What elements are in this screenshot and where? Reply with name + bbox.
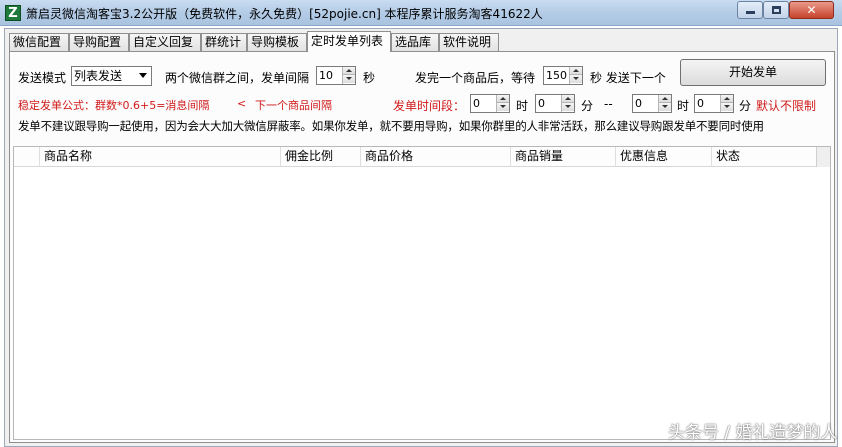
tab-wechat-config[interactable]: 微信配置	[9, 33, 69, 51]
scheduled-list-panel: 发送模式 列表发送 两个微信群之间，发单间隔 10 秒 发完一个商品后，等待 1…	[9, 51, 835, 443]
spin-down-icon[interactable]	[570, 75, 582, 83]
header-scroll-corner	[816, 147, 830, 167]
range-dash: --	[604, 97, 613, 111]
tab-guide-template[interactable]: 导购模板	[247, 33, 307, 51]
minute-label: 分	[581, 99, 594, 113]
send-mode-select[interactable]: 列表发送	[71, 66, 152, 86]
close-button[interactable]: ✕	[789, 1, 834, 19]
start-minute-value: 0	[538, 97, 545, 110]
spin-up-icon[interactable]	[562, 95, 574, 103]
column-header-price[interactable]: 商品价格	[361, 147, 511, 167]
tab-scheduled-list[interactable]: 定时发单列表	[307, 31, 391, 52]
group-interval-value: 10	[319, 69, 333, 82]
hour-label-2: 时	[677, 99, 690, 113]
column-header-commission[interactable]: 佣金比例	[281, 147, 361, 167]
maximize-icon	[771, 6, 781, 14]
minute-label-2: 分	[739, 99, 752, 113]
watermark-text: 头条号 / 婚礼造梦的人	[668, 423, 838, 443]
start-minute-stepper[interactable]: 0	[535, 94, 575, 113]
column-header-status[interactable]: 状态	[712, 147, 817, 167]
spin-up-icon[interactable]	[570, 67, 582, 75]
spin-up-icon[interactable]	[721, 95, 733, 103]
end-hour-value: 0	[635, 97, 642, 110]
tab-group-stats[interactable]: 群统计	[201, 33, 247, 51]
spin-down-icon[interactable]	[343, 75, 355, 83]
app-icon: Z	[5, 5, 21, 21]
tab-product-library[interactable]: 选品库	[391, 33, 439, 51]
row-indicator-header	[14, 147, 40, 167]
tab-guide-config[interactable]: 导购配置	[69, 33, 129, 51]
column-header-sales[interactable]: 商品销量	[511, 147, 616, 167]
close-icon: ✕	[806, 3, 817, 17]
maximize-button[interactable]	[763, 1, 789, 19]
after-product-value: 150	[546, 69, 567, 82]
spin-down-icon[interactable]	[659, 103, 671, 111]
group-interval-label: 两个微信群之间，发单间隔	[165, 71, 310, 85]
spin-down-icon[interactable]	[497, 103, 509, 111]
tab-custom-reply[interactable]: 自定义回复	[129, 33, 201, 51]
column-header-discount[interactable]: 优惠信息	[616, 147, 712, 167]
title-bar[interactable]: Z 箫启灵微信淘客宝3.2公开版（免费软件，永久免费）[52pojie.cn] …	[0, 0, 842, 26]
start-hour-value: 0	[473, 97, 480, 110]
end-minute-value: 0	[697, 97, 704, 110]
tab-software-info[interactable]: 软件说明	[439, 33, 499, 51]
spin-up-icon[interactable]	[659, 95, 671, 103]
spin-up-icon[interactable]	[497, 95, 509, 103]
seconds-label: 秒	[363, 71, 376, 85]
table-header: 商品名称 佣金比例 商品价格 商品销量 优惠信息 状态	[14, 147, 817, 167]
next-product-label: 秒 发送下一个	[590, 71, 666, 85]
start-sending-button[interactable]: 开始发单	[680, 59, 826, 86]
minimize-icon	[745, 11, 755, 14]
after-product-stepper[interactable]: 150	[543, 66, 583, 85]
default-unlimited-note: 默认不限制	[756, 99, 817, 113]
hour-label: 时	[516, 99, 529, 113]
usage-advice: 发单不建议跟导购一起使用，因为会大大加大微信屏蔽率。如果你发单，就不要用导购，如…	[18, 119, 764, 133]
formula-tail: 下一个商品间隔	[255, 99, 332, 112]
chevron-down-icon	[139, 73, 147, 78]
end-minute-stepper[interactable]: 0	[694, 94, 734, 113]
minimize-button[interactable]	[737, 1, 763, 19]
main-window-client: 微信配置 导购配置 自定义回复 群统计 导购模板 定时发单列表 选品库 软件说明…	[4, 28, 838, 447]
group-interval-stepper[interactable]: 10	[316, 66, 356, 85]
send-mode-value: 列表发送	[74, 69, 123, 83]
product-list-table[interactable]: 商品名称 佣金比例 商品价格 商品销量 优惠信息 状态	[13, 146, 831, 440]
send-mode-label: 发送模式	[18, 71, 67, 85]
window-title: 箫启灵微信淘客宝3.2公开版（免费软件，永久免费）[52pojie.cn] 本程…	[26, 7, 543, 21]
column-header-product-name[interactable]: 商品名称	[40, 147, 281, 167]
formula-arrow: <	[237, 97, 247, 110]
end-hour-stepper[interactable]: 0	[632, 94, 672, 113]
spin-up-icon[interactable]	[343, 67, 355, 75]
time-range-label: 发单时间段：	[393, 99, 466, 113]
after-product-label: 发完一个商品后，等待	[415, 71, 536, 85]
spin-down-icon[interactable]	[562, 103, 574, 111]
spin-down-icon[interactable]	[721, 103, 733, 111]
start-hour-stepper[interactable]: 0	[470, 94, 510, 113]
formula-label: 稳定发单公式：群数*0.6+5=消息间隔	[18, 99, 210, 112]
